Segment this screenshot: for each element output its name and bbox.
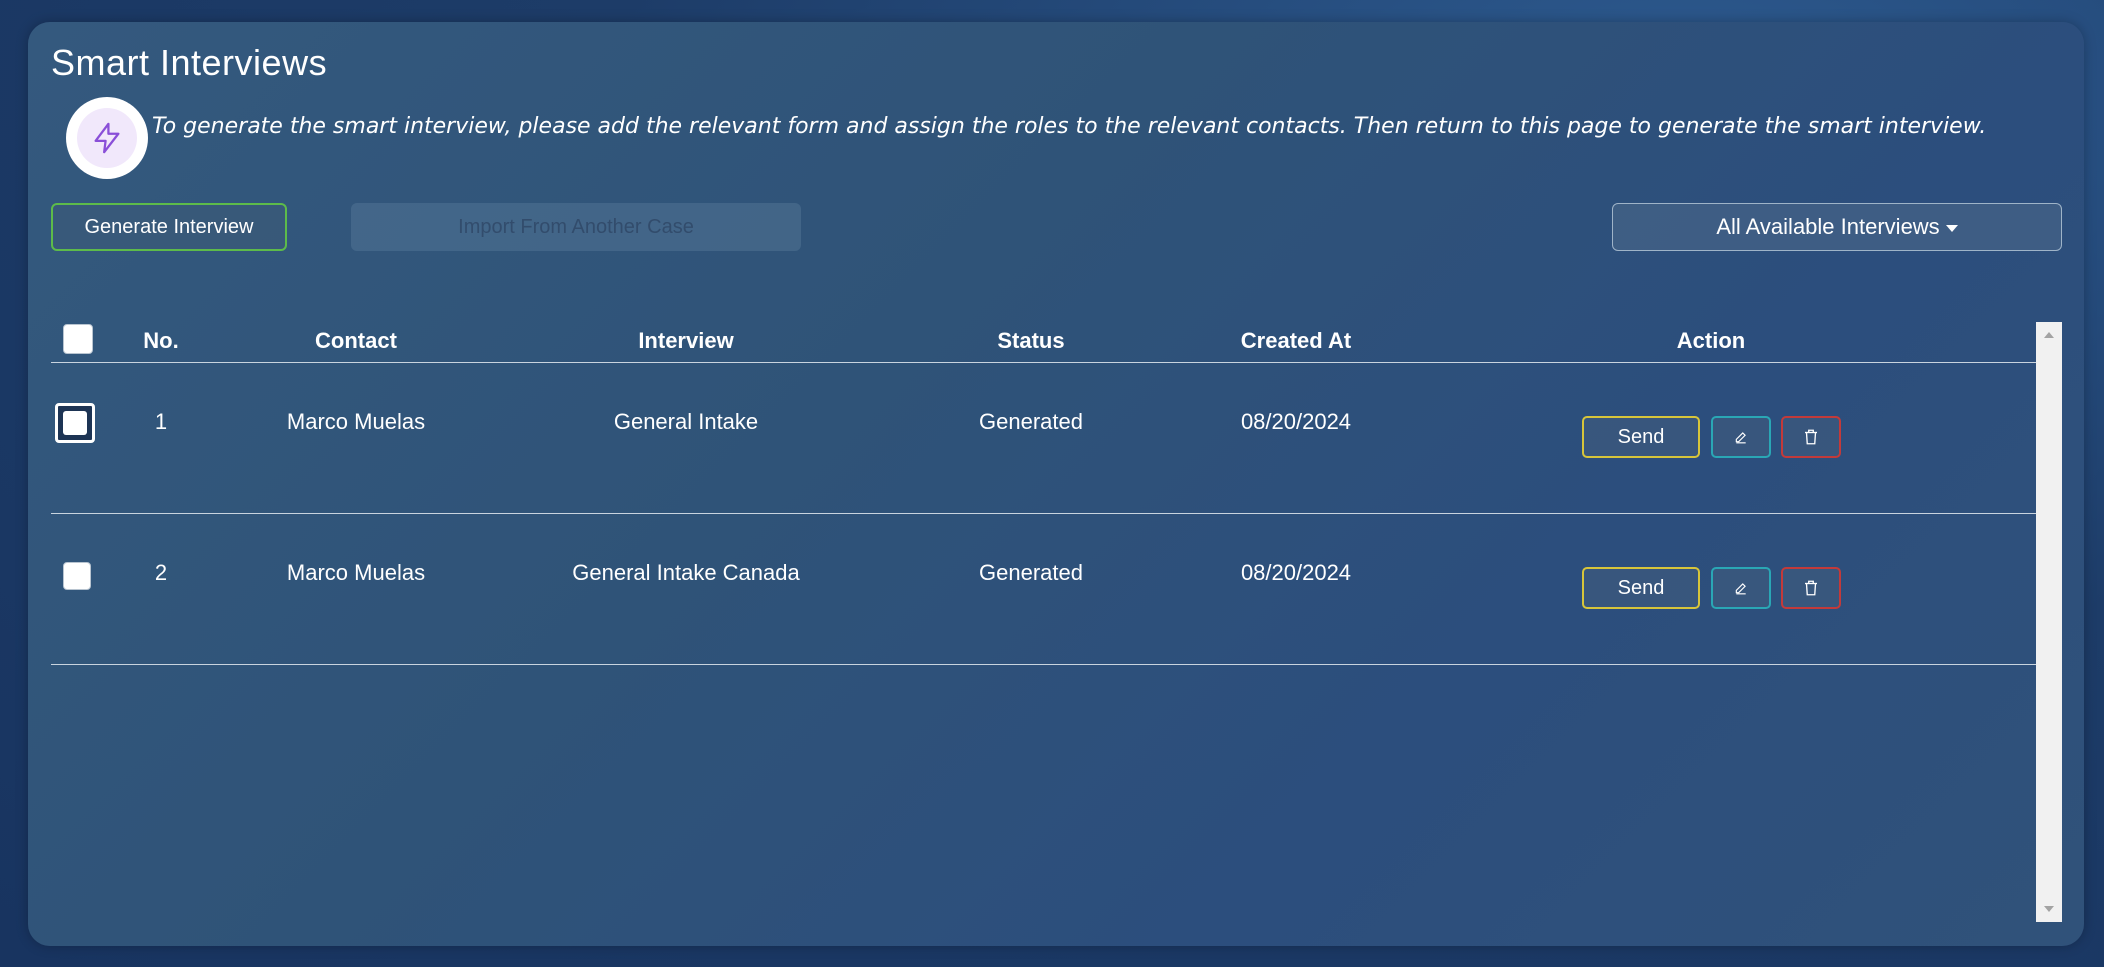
column-header-interview: Interview [638, 328, 734, 353]
interviews-table: No. Contact Interview Status Created At … [51, 322, 2036, 922]
table-scrollbar[interactable] [2036, 322, 2062, 922]
column-header-no: No. [143, 328, 179, 353]
row-contact: Marco Muelas [286, 560, 426, 585]
pencil-icon [1735, 432, 1746, 444]
row-select-checkbox[interactable] [63, 562, 91, 590]
row-contact: Marco Muelas [286, 409, 426, 434]
scroll-up-arrow-icon[interactable] [2044, 332, 2054, 338]
row-created-at: 08/20/2024 [1240, 409, 1352, 434]
pencil-icon [1735, 583, 1746, 595]
checkbox-box [63, 411, 87, 435]
row-interview: General Intake Canada [572, 560, 800, 585]
select-all-checkbox[interactable] [63, 324, 93, 354]
send-button[interactable]: Send [1582, 567, 1700, 609]
column-header-created-at: Created At [1240, 328, 1352, 353]
edit-button[interactable] [1711, 416, 1771, 458]
row-status: Generated [979, 409, 1083, 434]
delete-button[interactable] [1781, 416, 1841, 458]
info-message: To generate the smart interview, please … [152, 114, 1987, 139]
trash-icon [1805, 580, 1817, 596]
import-from-another-case-button[interactable]: Import From Another Case [351, 203, 801, 251]
generate-interview-button[interactable]: Generate Interview [51, 203, 287, 251]
caret-down-icon [1945, 224, 1958, 232]
table-row: 1 Marco Muelas General Intake Generated … [51, 363, 2036, 514]
row-number: 2 [154, 560, 168, 585]
trash-icon [1805, 429, 1817, 445]
row-interview: General Intake [613, 409, 759, 434]
column-header-action: Action [1676, 328, 1746, 353]
edit-button[interactable] [1711, 567, 1771, 609]
table-row: 2 Marco Muelas General Intake Canada Gen… [51, 514, 2036, 665]
scroll-down-arrow-icon[interactable] [2044, 906, 2054, 912]
row-select-checkbox[interactable] [55, 403, 95, 443]
row-status: Generated [979, 560, 1083, 585]
column-header-status: Status [997, 328, 1065, 353]
row-created-at: 08/20/2024 [1240, 560, 1352, 585]
send-button[interactable]: Send [1582, 416, 1700, 458]
interview-filter-label: All Available Interviews [1716, 214, 1940, 239]
table-header-row: No. Contact Interview Status Created At … [51, 322, 2036, 363]
lightning-bolt-icon [77, 108, 137, 168]
page-title: Smart Interviews [51, 42, 328, 83]
delete-button[interactable] [1781, 567, 1841, 609]
interview-filter-dropdown[interactable]: All Available Interviews [1612, 203, 2062, 251]
column-header-contact: Contact [315, 328, 397, 353]
row-number: 1 [154, 409, 168, 434]
info-icon-badge [66, 97, 148, 179]
